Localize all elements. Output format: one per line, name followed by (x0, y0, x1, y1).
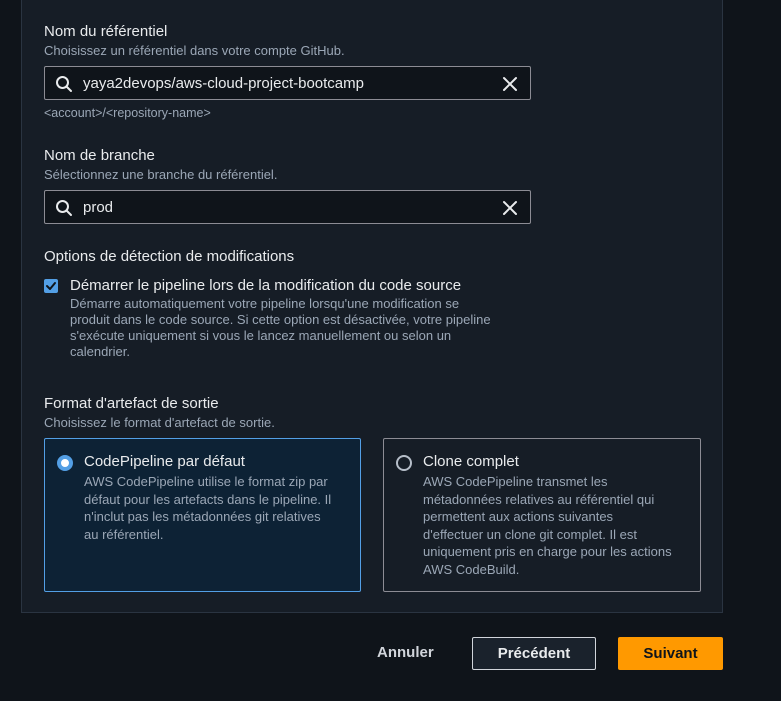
artifact-option-full-clone[interactable]: Clone complet AWS CodePipeline transmet … (383, 438, 701, 592)
radio-unselected[interactable] (396, 455, 412, 471)
repository-value[interactable]: yaya2devops/aws-cloud-project-bootcamp (83, 75, 364, 92)
change-detection-label: Options de détection de modifications (44, 248, 295, 265)
repository-input[interactable]: yaya2devops/aws-cloud-project-bootcamp (44, 66, 531, 100)
start-pipeline-label[interactable]: Démarrer le pipeline lors de la modifica… (70, 277, 461, 295)
artifact-format-description: Choisissez le format d'artefact de sorti… (44, 415, 275, 430)
description-line: AWS CodePipeline transmet les (423, 474, 608, 489)
repository-label: Nom du référentiel (44, 23, 168, 40)
description-line: uniquement pris en charge pour les actio… (423, 544, 672, 559)
close-icon[interactable] (501, 75, 519, 93)
start-pipeline-description: Démarre automatiquement votre pipeline l… (70, 296, 491, 360)
option-title: CodePipeline par défaut (84, 453, 245, 470)
previous-button[interactable]: Précédent (472, 637, 596, 670)
search-icon (56, 76, 72, 92)
artifact-format-label: Format d'artefact de sortie (44, 395, 219, 412)
cancel-button[interactable]: Annuler (377, 644, 434, 661)
description-line: calendrier. (70, 344, 130, 359)
description-line: défaut pour les artefacts dans le pipeli… (84, 491, 332, 507)
description-line: AWS CodePipeline utilise le format zip p… (84, 474, 328, 489)
repository-description: Choisissez un référentiel dans votre com… (44, 43, 345, 58)
description-line: produit dans le code source. Si cette op… (70, 312, 491, 327)
close-icon[interactable] (501, 199, 519, 217)
branch-label: Nom de branche (44, 147, 155, 164)
option-title: Clone complet (423, 453, 519, 470)
search-icon (56, 200, 72, 216)
branch-value[interactable]: prod (83, 199, 113, 216)
description-line: métadonnées relatives au référentiel qui (423, 491, 655, 507)
branch-input[interactable]: prod (44, 190, 531, 224)
start-pipeline-checkbox[interactable] (44, 279, 58, 293)
description-line: AWS CodeBuild. (423, 561, 520, 577)
radio-selected[interactable] (57, 455, 73, 471)
description-line: Démarre automatiquement votre pipeline l… (70, 296, 460, 311)
description-line: s'exécute uniquement si vous le lancez m… (70, 328, 452, 343)
description-line: d'effectuer un clone git complet. Il est (423, 526, 637, 542)
artifact-option-codepipeline-default[interactable]: CodePipeline par défaut AWS CodePipeline… (44, 438, 361, 592)
branch-description: Sélectionnez une branche du référentiel. (44, 167, 278, 182)
next-button[interactable]: Suivant (618, 637, 723, 670)
repository-constraint: <account>/<repository-name> (44, 106, 211, 120)
option-description: AWS CodePipeline utilise le format zip p… (84, 473, 354, 543)
option-description: AWS CodePipeline transmet les métadonnée… (423, 473, 693, 578)
description-line: permettent aux actions suivantes (423, 509, 614, 524)
checkmark-icon (46, 282, 56, 290)
description-line: au référentiel. (84, 526, 164, 542)
description-line: n'inclut pas les métadonnées git relativ… (84, 509, 321, 524)
